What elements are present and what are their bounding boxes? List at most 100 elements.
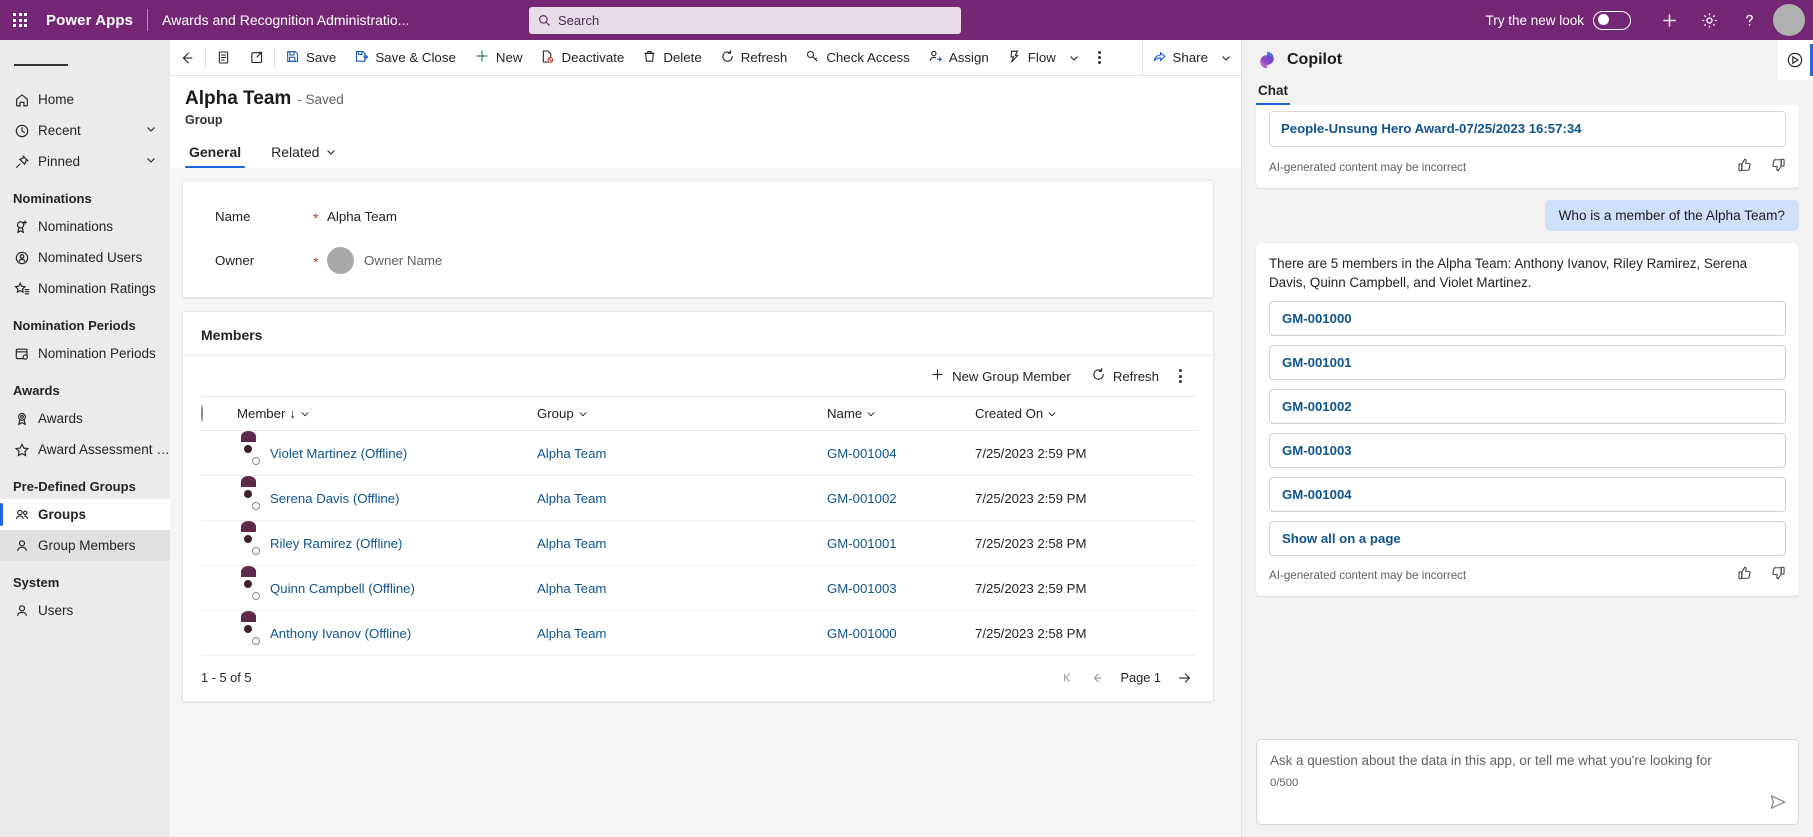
chevron-down-icon[interactable]	[1068, 52, 1080, 64]
tab-general[interactable]: General	[185, 138, 246, 169]
check-access-button[interactable]: Check Access	[796, 40, 919, 76]
more-commands-button[interactable]	[1089, 40, 1110, 76]
group-link[interactable]: Alpha Team	[537, 491, 606, 506]
name-link[interactable]: GM-001002	[827, 491, 897, 506]
next-page-icon[interactable]	[1177, 671, 1191, 685]
brand-label[interactable]: Power Apps	[40, 12, 133, 29]
chevron-down-icon[interactable]	[145, 154, 157, 169]
user-avatar[interactable]	[1773, 4, 1805, 36]
new-group-member-button[interactable]: New Group Member	[921, 361, 1080, 391]
sidebar-item-nominated-users[interactable]: Nominated Users	[0, 242, 170, 273]
sidebar-item-nominations[interactable]: Nominations	[0, 211, 170, 242]
member-link[interactable]: Violet Martinez (Offline)	[270, 446, 407, 461]
tab-related[interactable]: Related	[267, 138, 341, 168]
name-link[interactable]: GM-001001	[827, 536, 897, 551]
column-header-created-on[interactable]: Created On	[975, 396, 1195, 431]
flow-button[interactable]: Flow	[998, 40, 1089, 76]
table-row[interactable]: Riley Ramirez (Offline) Alpha Team GM-00…	[201, 520, 1195, 566]
previous-page-icon[interactable]	[1090, 671, 1104, 685]
chevron-down-icon[interactable]	[1047, 409, 1057, 419]
global-search[interactable]	[529, 7, 961, 34]
name-link[interactable]: GM-001003	[827, 581, 897, 596]
gear-icon[interactable]	[1689, 0, 1729, 40]
table-row[interactable]: Anthony Ivanov (Offline) Alpha Team GM-0…	[201, 610, 1195, 656]
column-header-name[interactable]: Name	[827, 396, 975, 431]
select-all-header[interactable]	[201, 396, 237, 431]
member-link[interactable]: Anthony Ivanov (Offline)	[270, 626, 411, 641]
show-all-on-page-button[interactable]: Show all on a page	[1269, 521, 1786, 556]
deactivate-button[interactable]: Deactivate	[531, 40, 633, 76]
sidebar-item-pinned[interactable]: Pinned	[0, 146, 170, 177]
group-link[interactable]: Alpha Team	[537, 536, 606, 551]
column-header-member[interactable]: Member ↓	[237, 396, 537, 431]
save-button[interactable]: Save	[276, 40, 345, 76]
table-row[interactable]: Violet Martinez (Offline) Alpha Team GM-…	[201, 430, 1195, 476]
thumbs-down-icon[interactable]	[1770, 157, 1786, 178]
sidebar-item-groups[interactable]: Groups	[0, 499, 170, 530]
option-button-gm-001000[interactable]: GM-001000	[1269, 301, 1786, 336]
option-button-gm-001001[interactable]: GM-001001	[1269, 345, 1786, 380]
copilot-input-box[interactable]: Ask a question about the data in this ap…	[1256, 739, 1799, 825]
sidebar-item-nomination-periods[interactable]: Nomination Periods	[0, 338, 170, 369]
save-and-close-button[interactable]: Save & Close	[345, 40, 465, 76]
award-link-card[interactable]: People-Unsung Hero Award-07/25/2023 16:5…	[1269, 111, 1786, 147]
form-selector-button[interactable]	[207, 40, 240, 76]
first-page-icon[interactable]	[1061, 671, 1074, 684]
table-row[interactable]: Serena Davis (Offline) Alpha Team GM-001…	[201, 475, 1195, 521]
row-select-cell[interactable]	[201, 520, 237, 566]
sidebar-collapse-icon[interactable]	[0, 46, 170, 84]
chevron-down-icon[interactable]	[325, 146, 337, 158]
tab-chat[interactable]: Chat	[1256, 80, 1290, 106]
member-link[interactable]: Riley Ramirez (Offline)	[270, 536, 402, 551]
subgrid-refresh-button[interactable]: Refresh	[1082, 361, 1168, 391]
sidebar-item-home[interactable]: Home	[0, 84, 170, 115]
row-select-cell[interactable]	[201, 565, 237, 611]
delete-button[interactable]: Delete	[633, 40, 710, 76]
thumbs-up-icon[interactable]	[1737, 565, 1753, 586]
option-button-gm-001003[interactable]: GM-001003	[1269, 433, 1786, 468]
name-field-value[interactable]: Alpha Team	[327, 209, 397, 224]
app-name-label[interactable]: Awards and Recognition Administratio...	[162, 12, 409, 28]
app-launcher-icon[interactable]	[0, 0, 40, 40]
subgrid-more-commands-button[interactable]	[1170, 363, 1191, 389]
row-select-cell[interactable]	[201, 430, 237, 476]
refresh-button[interactable]: Refresh	[711, 40, 797, 76]
send-icon[interactable]	[1769, 793, 1787, 816]
sidebar-item-awards[interactable]: Awards	[0, 403, 170, 434]
back-button[interactable]	[170, 40, 204, 76]
option-button-gm-001004[interactable]: GM-001004	[1269, 477, 1786, 512]
member-link[interactable]: Quinn Campbell (Offline)	[270, 581, 415, 596]
sidebar-item-recent[interactable]: Recent	[0, 115, 170, 146]
new-button[interactable]: New	[465, 40, 532, 76]
sidebar-item-award-assessment[interactable]: Award Assessment R...	[0, 434, 170, 465]
search-input[interactable]	[558, 13, 952, 28]
row-select-cell[interactable]	[201, 475, 237, 521]
chevron-down-icon[interactable]	[578, 409, 588, 419]
name-link[interactable]: GM-001004	[827, 446, 897, 461]
group-link[interactable]: Alpha Team	[537, 446, 606, 461]
assign-button[interactable]: Assign	[919, 40, 998, 76]
new-look-toggle[interactable]	[1593, 10, 1631, 30]
award-link[interactable]: People-Unsung Hero Award-07/25/2023 16:5…	[1281, 121, 1582, 136]
thumbs-down-icon[interactable]	[1770, 565, 1786, 586]
group-link[interactable]: Alpha Team	[537, 626, 606, 641]
help-icon[interactable]	[1729, 0, 1769, 40]
copilot-rail-icon[interactable]	[1777, 40, 1813, 80]
share-button[interactable]: Share	[1141, 39, 1241, 76]
chevron-down-icon[interactable]	[300, 409, 310, 419]
group-link[interactable]: Alpha Team	[537, 581, 606, 596]
option-button-gm-001002[interactable]: GM-001002	[1269, 389, 1786, 424]
sidebar-item-nomination-ratings[interactable]: Nomination Ratings	[0, 273, 170, 304]
row-select-cell[interactable]	[201, 610, 237, 656]
table-row[interactable]: Quinn Campbell (Offline) Alpha Team GM-0…	[201, 565, 1195, 611]
open-new-window-button[interactable]	[240, 40, 273, 76]
chevron-down-icon[interactable]	[145, 123, 157, 138]
new-record-icon[interactable]	[1649, 0, 1689, 40]
select-all-radio[interactable]	[201, 405, 203, 422]
column-header-group[interactable]: Group	[537, 396, 827, 431]
member-link[interactable]: Serena Davis (Offline)	[270, 491, 400, 506]
chevron-down-icon[interactable]	[1220, 52, 1232, 64]
thumbs-up-icon[interactable]	[1737, 157, 1753, 178]
owner-field-value[interactable]: Owner Name	[327, 246, 442, 274]
name-link[interactable]: GM-001000	[827, 626, 897, 641]
